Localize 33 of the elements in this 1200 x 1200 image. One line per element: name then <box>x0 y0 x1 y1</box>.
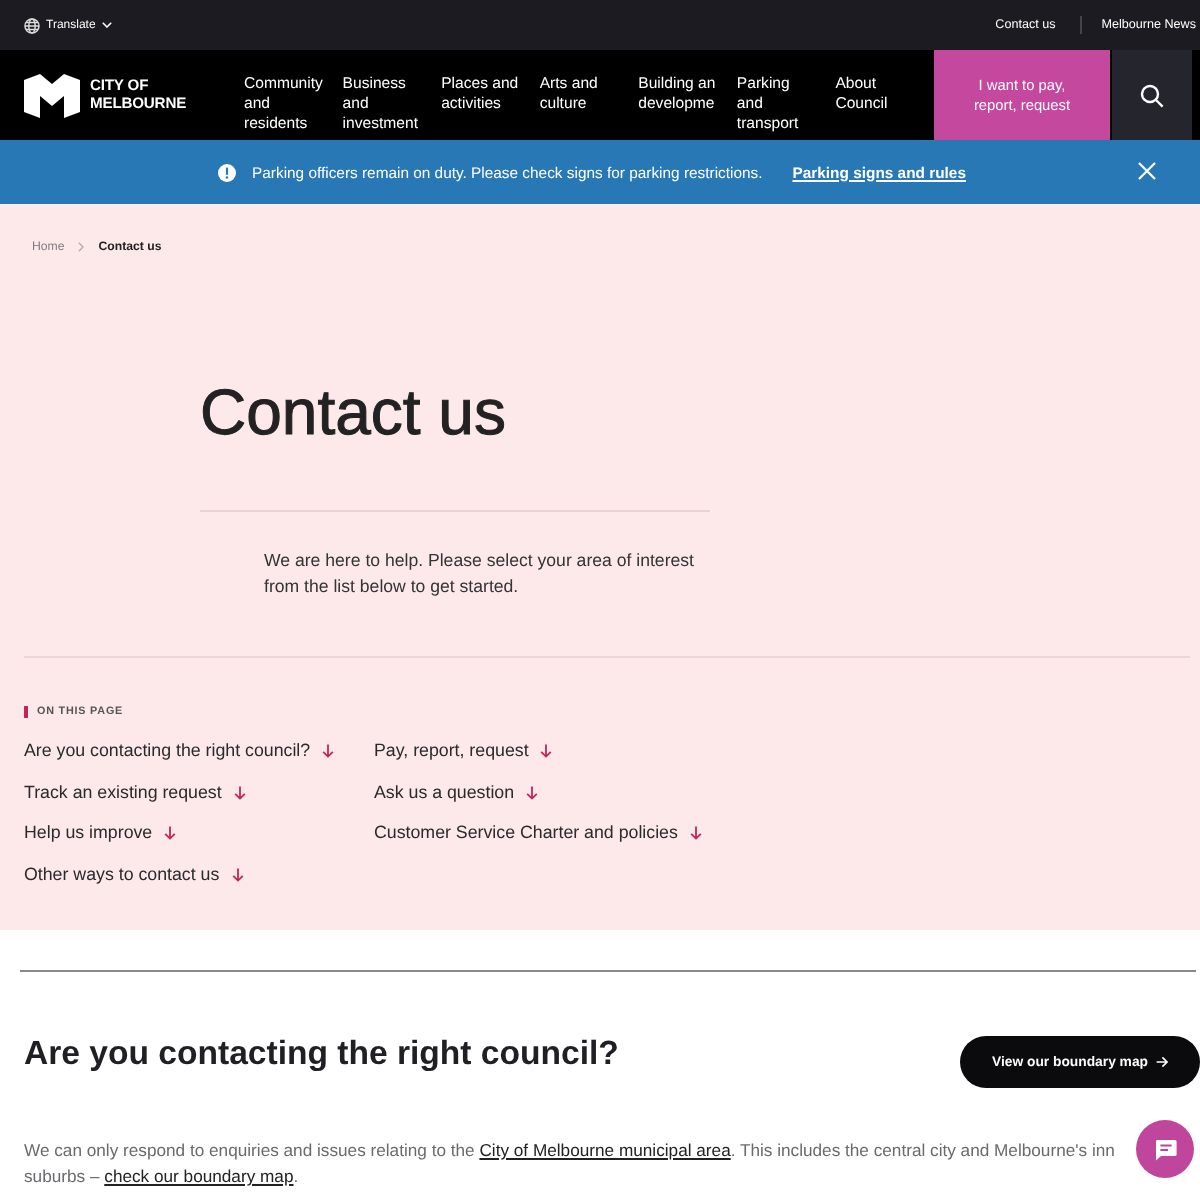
jump-link[interactable]: Customer Service Charter and policies <box>374 822 702 845</box>
jump-link[interactable]: Pay, report, request <box>374 740 553 762</box>
jump-link[interactable]: Other ways to contact us <box>24 864 244 887</box>
jump-link[interactable]: Track an existing request <box>24 781 246 804</box>
arrow-down-icon <box>322 744 335 758</box>
accent-bar <box>24 706 27 718</box>
chevron-down-icon <box>101 22 112 28</box>
jump-link[interactable]: Help us improve <box>24 822 177 845</box>
section-paragraph: We can only respond to enquiries and issues relating to the City of Melbourne municipal area. This includes the central city and Melbourne's inn suburbs – check our boundary map. <box>24 1138 1115 1190</box>
arrow-right-icon <box>1155 1056 1168 1068</box>
arrow-down-icon <box>540 744 553 758</box>
close-button[interactable] <box>1138 162 1156 180</box>
arrow-down-icon <box>526 785 539 800</box>
jump-link[interactable]: Ask us a question <box>374 781 539 804</box>
arrow-down-icon <box>231 868 244 883</box>
search-icon <box>1140 83 1164 107</box>
text-link[interactable]: check our boundary map <box>104 1166 294 1186</box>
page-title: Contact us <box>200 374 506 452</box>
chevron-right-icon <box>78 241 85 251</box>
chat-icon <box>1153 1137 1177 1161</box>
search-button[interactable] <box>1112 50 1192 140</box>
info-icon <box>218 163 237 181</box>
intro-text: We are here to help. Please select your area of interest from the list below to get started. <box>264 548 696 600</box>
text-link[interactable]: City of Melbourne municipal area <box>479 1140 731 1160</box>
close-icon <box>1138 162 1156 180</box>
arrow-down-icon <box>689 826 702 841</box>
globe-icon <box>24 17 40 33</box>
section-heading: Are you contacting the right council? <box>24 1032 619 1074</box>
jump-link[interactable]: Are you contacting the right council? <box>24 740 335 762</box>
arrow-down-icon <box>164 826 177 841</box>
arrow-down-icon <box>233 785 246 800</box>
logo-m-icon <box>24 73 80 117</box>
chat-button[interactable] <box>1136 1120 1194 1178</box>
